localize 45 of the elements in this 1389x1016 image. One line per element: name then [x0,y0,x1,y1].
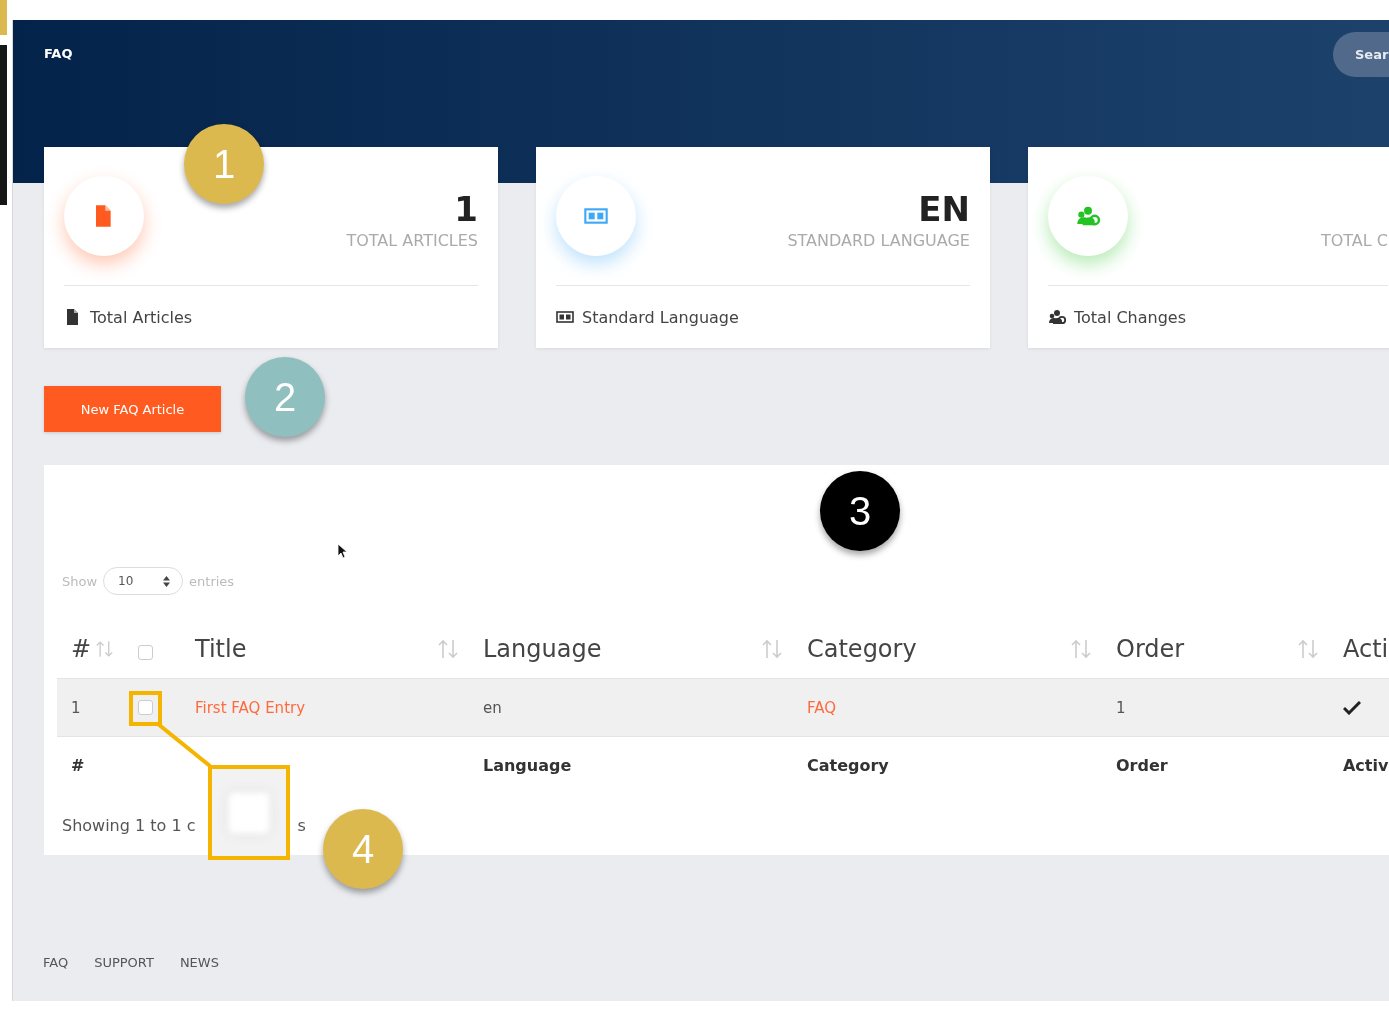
leader-line [156,722,212,768]
page-title: FAQ [44,46,73,61]
table-cell: en [483,698,502,717]
stat-caption: STANDARD LANGUAGE [787,231,970,250]
table-info: Showing 1 to 1 c [62,816,196,835]
column-footer: Order [1116,756,1168,775]
column-footer: Category [807,756,889,775]
cursor-icon [337,543,348,559]
sort-icon[interactable] [437,638,459,660]
show-label: Show [62,573,98,589]
edge-strip [0,0,7,35]
column-header[interactable]: # [71,635,92,663]
column-header[interactable]: Language [483,635,602,663]
stat-label: Total Changes [1074,307,1187,327]
column-footer: Language [483,756,572,775]
stat-value: 1 [454,189,478,229]
column-header[interactable]: Category [807,635,917,663]
sort-icon[interactable] [761,638,783,660]
row-checkbox[interactable] [138,700,153,715]
column-header[interactable]: Title [195,635,247,663]
table-info: s [297,816,306,835]
stat-label: Total Articles [90,307,193,327]
select-all-checkbox[interactable] [138,644,153,660]
footer-link[interactable]: SUPPORT [94,955,154,970]
sort-icon[interactable] [1070,638,1092,660]
table-cell: 1 [1116,698,1126,717]
row-number: 1 [71,698,81,717]
column-header[interactable]: Acti [1343,635,1389,663]
caret-icon [163,575,171,587]
stat-label: Standard Language [582,307,739,327]
stat-value: EN [918,189,970,229]
stat-caption: TOTAL ARTICLES [346,231,478,250]
footer-link[interactable]: NEWS [179,955,219,970]
footer-link[interactable]: FAQ [43,955,69,970]
sort-icon[interactable] [1297,638,1319,660]
keyboard-icon [556,308,574,326]
column-footer: Activ [1343,756,1389,775]
column-header[interactable]: Order [1116,635,1185,663]
entries-label: entries [189,573,235,589]
highlight-frame [129,691,162,726]
search-button[interactable]: Sear [1333,32,1389,77]
sort-icon[interactable] [95,638,114,660]
stat-caption: TOTAL C [1320,231,1388,250]
users-icon [1048,308,1066,326]
column-footer: # [71,756,85,775]
